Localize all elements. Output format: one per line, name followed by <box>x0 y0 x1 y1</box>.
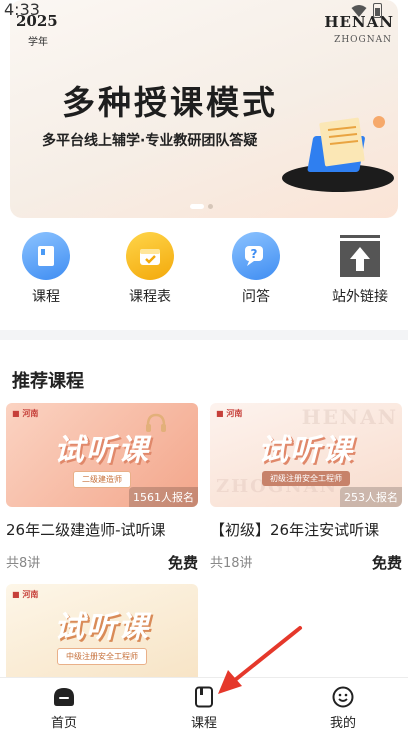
course-meta: 共8讲 免费 <box>6 552 198 573</box>
quick-nav-schedule[interactable]: 课程表 <box>110 232 190 306</box>
nav-tab-courses[interactable]: 课程 <box>164 685 244 731</box>
question-chat-icon: ? <box>232 232 280 280</box>
lesson-count: 共8讲 <box>6 556 41 571</box>
nav-tab-profile[interactable]: 我的 <box>303 685 383 731</box>
banner-year-sub: 学年 <box>28 37 48 48</box>
course-title[interactable]: 26年二级建造师-试听课 <box>6 519 198 540</box>
quick-nav-label: 问答 <box>242 289 270 305</box>
banner-title: 多种授课模式 <box>62 83 278 122</box>
enroll-count: 253人报名 <box>340 487 402 507</box>
status-time: 4:33 <box>4 0 40 19</box>
brand-logo: ■ 河南 <box>12 409 39 418</box>
quick-nav-courses[interactable]: 课程 <box>6 232 86 306</box>
quick-nav: 课程 课程表 ? 问答 站外链接 <box>0 232 408 312</box>
thumbnail-tag: 二级建造师 <box>73 471 131 488</box>
section-divider <box>0 330 408 340</box>
lesson-count: 共18讲 <box>210 556 253 571</box>
banner-pagination[interactable] <box>190 204 213 209</box>
brand-logo: ■ 河南 <box>12 590 39 599</box>
course-price: 免费 <box>167 554 198 572</box>
course-card[interactable]: ■ 河南 试听课 二级建造师 1561人报名 26年二级建造师-试听课 共8讲 … <box>6 403 198 573</box>
quick-nav-external-links[interactable]: 站外链接 <box>320 232 400 306</box>
quick-nav-label: 站外链接 <box>332 289 388 305</box>
course-thumbnail: ■ 河南 试听课 中级注册安全工程师 <box>6 584 198 688</box>
pagination-dot-active[interactable] <box>190 204 204 209</box>
bottom-nav: 首页 课程 我的 <box>0 677 408 733</box>
promo-banner[interactable]: 2025 学年 HENAN ZHOGNAN 多种授课模式 多平台线上辅学·专业教… <box>10 0 398 218</box>
status-bar: 4:33 <box>0 0 408 22</box>
thumbnail-title: 试听课 <box>258 433 354 468</box>
smiley-icon <box>331 685 355 709</box>
tablet-scroll-illustration <box>282 116 394 192</box>
upload-arrow-icon <box>336 232 384 280</box>
nav-label: 首页 <box>50 716 77 731</box>
thumbnail-tag: 初级注册安全工程师 <box>262 471 350 486</box>
thumbnail-title: 试听课 <box>54 610 150 645</box>
quick-nav-qa[interactable]: ? 问答 <box>216 232 296 306</box>
nav-tab-home[interactable]: 首页 <box>24 685 104 731</box>
thumbnail-tag: 中级注册安全工程师 <box>57 648 147 665</box>
quick-nav-label: 课程 <box>32 289 60 305</box>
quick-nav-label: 课程表 <box>129 289 171 305</box>
enroll-count: 1561人报名 <box>129 487 198 507</box>
course-title[interactable]: 【初级】26年注安试听课 <box>210 519 402 540</box>
course-thumbnail: ■ 河南 HENAN ZHOGNAN 试听课 初级注册安全工程师 253人报名 <box>210 403 402 507</box>
thumbnail-title: 试听课 <box>54 433 150 468</box>
calendar-icon <box>126 232 174 280</box>
wifi-icon <box>351 4 367 17</box>
status-icons <box>351 3 382 18</box>
course-card[interactable]: ■ 河南 试听课 中级注册安全工程师 <box>6 584 198 688</box>
svg-text:?: ? <box>251 247 258 261</box>
course-card[interactable]: ■ 河南 HENAN ZHOGNAN 试听课 初级注册安全工程师 253人报名 … <box>210 403 402 573</box>
banner-brand-sub: ZHOGNAN <box>334 35 392 45</box>
brand-logo: ■ 河南 <box>216 409 243 418</box>
course-price: 免费 <box>371 554 402 572</box>
pagination-dot[interactable] <box>208 204 213 209</box>
banner-subtitle: 多平台线上辅学·专业教研团队答疑 <box>42 133 258 149</box>
course-thumbnail: ■ 河南 试听课 二级建造师 1561人报名 <box>6 403 198 507</box>
course-meta: 共18讲 免费 <box>210 552 402 573</box>
battery-icon <box>373 3 382 18</box>
nav-label: 课程 <box>190 716 217 731</box>
nav-label: 我的 <box>329 716 356 731</box>
home-icon <box>52 685 76 709</box>
book-icon <box>22 232 70 280</box>
course-book-icon <box>192 685 216 709</box>
recommended-section-title: 推荐课程 <box>12 371 84 392</box>
